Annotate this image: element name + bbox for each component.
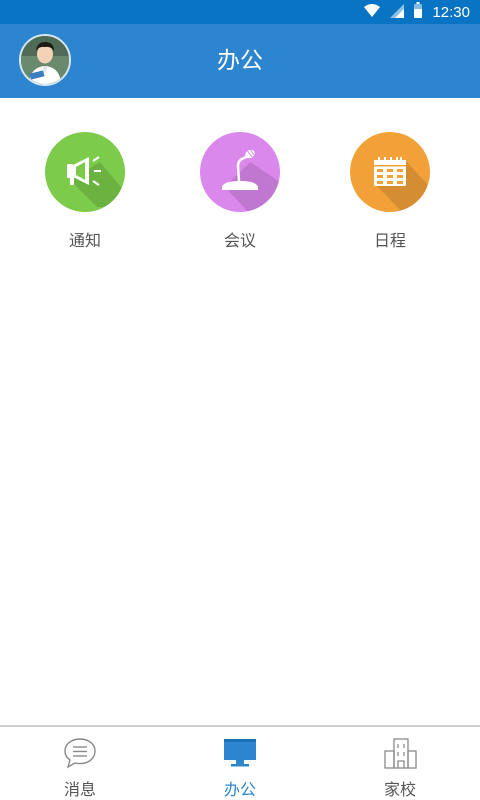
status-bar: 12:30 [0, 0, 480, 24]
tab-office-label: 办公 [223, 780, 256, 799]
bottom-tab-bar: 消息 办公 家校 [0, 725, 480, 800]
schedule-item[interactable]: 日程 [335, 132, 445, 252]
meeting-label: 会议 [223, 231, 256, 250]
megaphone-icon [67, 156, 125, 207]
tab-office[interactable]: 办公 [160, 727, 320, 800]
tab-messages[interactable]: 消息 [0, 727, 160, 800]
calendar-icon [374, 157, 430, 212]
tab-school-label: 家校 [383, 780, 416, 799]
signal-icon [390, 3, 405, 22]
tab-school[interactable]: 家校 [320, 727, 480, 800]
wifi-icon [364, 3, 381, 22]
status-time: 12:30 [432, 3, 470, 21]
notice-item[interactable]: 通知 [30, 132, 140, 252]
message-icon [62, 736, 98, 770]
schedule-circle [350, 132, 430, 212]
app-header: 办公 [0, 24, 480, 98]
schedule-label: 日程 [373, 231, 406, 250]
tab-messages-label: 消息 [63, 780, 96, 799]
notice-circle [45, 132, 125, 212]
notice-label: 通知 [68, 231, 101, 250]
page-title: 办公 [217, 48, 263, 74]
app-screen: 12:30 办公 通知 会议 日程 消息 办公 家校 [0, 0, 480, 800]
meeting-item[interactable]: 会议 [185, 132, 295, 252]
status-icons: 12:30 [364, 0, 470, 24]
microphone-icon [222, 148, 280, 212]
monitor-icon [222, 736, 258, 770]
battery-icon [414, 2, 423, 22]
meeting-circle [200, 132, 280, 212]
school-icon [382, 736, 418, 770]
